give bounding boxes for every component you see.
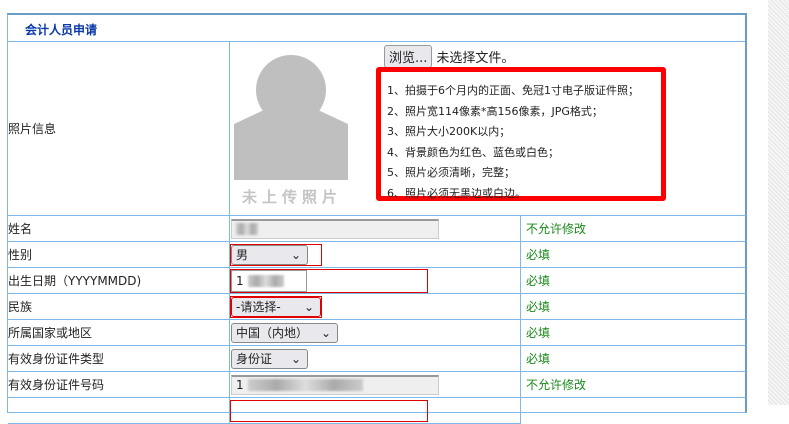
browse-button[interactable]: 浏览... (384, 45, 433, 68)
ethnicity-label-cell: 民族 (8, 294, 230, 320)
chevron-down-icon: ⌄ (290, 351, 301, 366)
chevron-down-icon: ⌄ (303, 299, 314, 314)
note-text: 必填 (526, 300, 551, 314)
file-upload: 浏览... 未选择文件。 (384, 45, 514, 68)
requirement-item: 3、照片大小200K以内； (387, 125, 511, 138)
field-label: 出生日期（YYYYMMDD) (8, 274, 142, 288)
next-row-input[interactable] (230, 400, 428, 422)
photo-requirements: 1、拍摄于6个月内的正面、免冠1寸电子版证件照； 2、照片宽114像素*高156… (376, 67, 666, 201)
ethnicity-note: 必填 (521, 294, 746, 320)
birthdate-input[interactable]: 1 (231, 269, 307, 292)
requirement-item: 2、照片宽114像素*高156像素，JPG格式； (387, 104, 603, 118)
requirement-item: 1、拍摄于6个月内的正面、免冠1寸电子版证件照； (387, 84, 639, 97)
requirement-item: 4、背景颜色为红色、蓝色或白色； (387, 145, 559, 159)
file-status: 未选择文件。 (436, 51, 515, 66)
next-row-label-cell (8, 398, 230, 424)
note-text: 必填 (526, 248, 551, 262)
chevron-down-icon: ⌄ (290, 247, 301, 262)
ethnicity-select[interactable]: -请选择- ⌄ (231, 296, 321, 317)
field-label: 姓名 (8, 222, 33, 236)
field-label: 有效身份证件号码 (8, 378, 105, 392)
next-row-cell (230, 398, 521, 424)
country-cell: 中国（内地） ⌄ (230, 320, 521, 346)
note-text: 必填 (526, 352, 551, 366)
requirement-item: 5、照片必须清晰，完整； (387, 166, 515, 179)
name-cell (230, 216, 521, 242)
field-label: 有效身份证件类型 (8, 352, 105, 366)
select-value: 中国（内地） (236, 326, 309, 340)
select-value: -请选择- (236, 300, 281, 314)
requirement-item: 6、照片必须无黑边或白边。 (387, 186, 526, 200)
id-type-note: 必填 (521, 346, 746, 372)
gender-note: 必填 (521, 242, 746, 268)
form-header: 会计人员申请 (8, 15, 745, 42)
field-label: 民族 (8, 300, 33, 314)
form-title: 会计人员申请 (25, 23, 98, 37)
birthdate-label-cell: 出生日期（YYYYMMDD) (8, 268, 230, 294)
application-form: 会计人员申请 照片信息 未上传照片 浏览... 未选择文件。 1、拍摄于6个月内… (7, 13, 747, 424)
id-type-cell: 身份证 ⌄ (230, 346, 521, 372)
avatar-placeholder: 未上传照片 (234, 50, 348, 210)
gender-label-cell: 性别 (8, 242, 230, 268)
note-text: 不允许修改 (526, 378, 587, 392)
field-label: 性别 (8, 248, 33, 262)
table-row-name-label: 姓名 (8, 216, 230, 242)
id-type-select[interactable]: 身份证 ⌄ (231, 348, 308, 369)
chevron-down-icon: ⌄ (320, 325, 331, 340)
note-text: 必填 (526, 274, 551, 288)
country-note: 必填 (521, 320, 746, 346)
id-number-label-cell: 有效身份证件号码 (8, 372, 230, 398)
avatar-placeholder-text: 未上传照片 (242, 188, 343, 206)
page-scrollbar-area (768, 0, 789, 405)
gender-select[interactable]: 男 ⌄ (231, 244, 308, 265)
select-value: 男 (236, 248, 249, 262)
birthdate-cell: 1 (230, 268, 521, 294)
field-label: 所属国家或地区 (8, 326, 93, 340)
gender-cell: 男 ⌄ (230, 242, 521, 268)
select-value: 身份证 (236, 352, 273, 366)
name-input[interactable] (231, 218, 439, 239)
id-type-label-cell: 有效身份证件类型 (8, 346, 230, 372)
photo-label: 照片信息 (8, 122, 57, 136)
ethnicity-cell: -请选择- ⌄ (230, 294, 521, 320)
photo-cell: 未上传照片 浏览... 未选择文件。 1、拍摄于6个月内的正面、免冠1寸电子版证… (230, 42, 746, 216)
input-value: 1 (236, 273, 244, 288)
country-label-cell: 所属国家或地区 (8, 320, 230, 346)
country-select[interactable]: 中国（内地） ⌄ (231, 322, 338, 343)
id-number-note: 不允许修改 (521, 372, 746, 398)
input-value: 1 (236, 378, 244, 392)
note-text: 不允许修改 (526, 222, 587, 236)
id-number-cell: 1 (230, 372, 521, 398)
photo-label-cell: 照片信息 (8, 42, 230, 216)
note-text: 必填 (526, 326, 551, 340)
id-number-input[interactable]: 1 (231, 374, 439, 395)
name-note: 不允许修改 (521, 216, 746, 242)
birthdate-note: 必填 (521, 268, 746, 294)
